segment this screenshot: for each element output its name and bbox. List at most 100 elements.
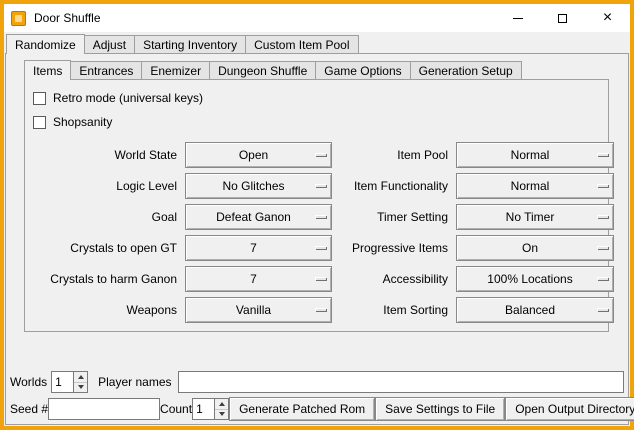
goal-value: Defeat Ganon xyxy=(186,210,331,224)
checkbox-indicator[interactable] xyxy=(33,116,46,129)
worlds-row: Worlds Player names xyxy=(10,371,624,393)
dropdown-indicator-icon xyxy=(597,277,608,280)
player-names-label: Player names xyxy=(98,375,171,389)
checkbox-shopsanity-label: Shopsanity xyxy=(53,115,112,129)
client-area: Randomize Adjust Starting Inventory Cust… xyxy=(4,32,630,426)
item-pool-value: Normal xyxy=(457,148,613,162)
item-functionality-dropdown[interactable]: Normal xyxy=(456,173,614,199)
tab-dungeon-shuffle[interactable]: Dungeon Shuffle xyxy=(209,61,316,79)
accessibility-dropdown[interactable]: 100% Locations xyxy=(456,266,614,292)
tab-randomize[interactable]: Randomize xyxy=(6,34,85,54)
progressive-items-value: On xyxy=(457,241,613,255)
tab-enemizer[interactable]: Enemizer xyxy=(141,61,210,79)
crystals-ganon-dropdown[interactable]: 7 xyxy=(185,266,332,292)
crystals-ganon-label: Crystals to harm Ganon xyxy=(35,272,179,286)
tab-generation-setup[interactable]: Generation Setup xyxy=(410,61,522,79)
window-title: Door Shuffle xyxy=(34,11,495,25)
dropdown-indicator-icon xyxy=(315,246,326,249)
crystals-gt-value: 7 xyxy=(186,241,331,255)
item-pool-label: Item Pool xyxy=(338,148,450,162)
arrow-up-icon xyxy=(78,375,84,379)
close-icon: × xyxy=(603,10,612,26)
tab-items[interactable]: Items xyxy=(24,60,71,80)
item-sorting-value: Balanced xyxy=(457,303,613,317)
worlds-input[interactable] xyxy=(52,372,73,392)
generate-patched-rom-button[interactable]: Generate Patched Rom xyxy=(229,397,375,421)
goal-dropdown[interactable]: Defeat Ganon xyxy=(185,204,332,230)
item-functionality-label: Item Functionality xyxy=(338,179,450,193)
items-panel: Retro mode (universal keys) Shopsanity W… xyxy=(24,79,609,332)
dropdown-indicator-icon xyxy=(597,153,608,156)
checkbox-shopsanity[interactable]: Shopsanity xyxy=(31,110,605,134)
worlds-stepper[interactable] xyxy=(51,371,88,393)
dropdown-indicator-icon xyxy=(315,184,326,187)
sub-tab-bar: Items Entrances Enemizer Dungeon Shuffle… xyxy=(24,59,521,79)
world-state-label: World State xyxy=(35,148,179,162)
dropdown-indicator-icon xyxy=(315,308,326,311)
options-grid: World State Open Item Pool Normal Logic … xyxy=(31,142,605,323)
tab-adjust[interactable]: Adjust xyxy=(84,35,135,53)
count-input[interactable] xyxy=(193,399,214,419)
app-window: Door Shuffle × Randomize Adjust Starting… xyxy=(0,0,634,430)
item-sorting-dropdown[interactable]: Balanced xyxy=(456,297,614,323)
minimize-icon xyxy=(513,18,523,19)
dropdown-indicator-icon xyxy=(315,215,326,218)
timer-setting-label: Timer Setting xyxy=(338,210,450,224)
crystals-gt-dropdown[interactable]: 7 xyxy=(185,235,332,261)
dropdown-indicator-icon xyxy=(597,246,608,249)
weapons-dropdown[interactable]: Vanilla xyxy=(185,297,332,323)
goal-label: Goal xyxy=(35,210,179,224)
stepper-down-button[interactable] xyxy=(74,382,87,393)
checkbox-retro-mode[interactable]: Retro mode (universal keys) xyxy=(31,86,605,110)
weapons-label: Weapons xyxy=(35,303,179,317)
timer-setting-dropdown[interactable]: No Timer xyxy=(456,204,614,230)
tab-entrances[interactable]: Entrances xyxy=(70,61,142,79)
crystals-gt-label: Crystals to open GT xyxy=(35,241,179,255)
weapons-value: Vanilla xyxy=(186,303,331,317)
stepper-down-button[interactable] xyxy=(215,409,228,420)
minimize-button[interactable] xyxy=(495,4,540,32)
item-pool-dropdown[interactable]: Normal xyxy=(456,142,614,168)
crystals-ganon-value: 7 xyxy=(186,272,331,286)
checkbox-retro-mode-label: Retro mode (universal keys) xyxy=(53,91,203,105)
count-stepper[interactable] xyxy=(192,398,229,420)
dropdown-indicator-icon xyxy=(597,308,608,311)
randomize-panel: Items Entrances Enemizer Dungeon Shuffle… xyxy=(5,53,629,425)
count-label: Count xyxy=(160,402,192,416)
main-tab-bar: Randomize Adjust Starting Inventory Cust… xyxy=(6,34,358,53)
seed-input[interactable] xyxy=(48,398,160,420)
seed-row: Seed # Count Generate Patched Rom Save S… xyxy=(10,397,624,421)
item-functionality-value: Normal xyxy=(457,179,613,193)
tab-game-options[interactable]: Game Options xyxy=(315,61,410,79)
accessibility-value: 100% Locations xyxy=(457,272,613,286)
timer-setting-value: No Timer xyxy=(457,210,613,224)
tab-starting-inventory[interactable]: Starting Inventory xyxy=(134,35,246,53)
arrow-down-icon xyxy=(219,412,225,416)
maximize-icon xyxy=(558,14,567,23)
stepper-up-button[interactable] xyxy=(215,399,228,409)
player-names-input[interactable] xyxy=(178,371,625,393)
dropdown-indicator-icon xyxy=(597,184,608,187)
logic-level-dropdown[interactable]: No Glitches xyxy=(185,173,332,199)
dropdown-indicator-icon xyxy=(315,153,326,156)
arrow-down-icon xyxy=(78,385,84,389)
checkbox-indicator[interactable] xyxy=(33,92,46,105)
close-button[interactable]: × xyxy=(585,4,630,32)
worlds-label: Worlds xyxy=(10,375,47,389)
world-state-dropdown[interactable]: Open xyxy=(185,142,332,168)
arrow-up-icon xyxy=(219,402,225,406)
open-output-directory-button[interactable]: Open Output Directory xyxy=(505,397,634,421)
title-bar: Door Shuffle × xyxy=(4,4,630,32)
tab-custom-item-pool[interactable]: Custom Item Pool xyxy=(245,35,358,53)
stepper-up-button[interactable] xyxy=(74,372,87,382)
item-sorting-label: Item Sorting xyxy=(338,303,450,317)
progressive-items-label: Progressive Items xyxy=(338,241,450,255)
world-state-value: Open xyxy=(186,148,331,162)
accessibility-label: Accessibility xyxy=(338,272,450,286)
logic-level-value: No Glitches xyxy=(186,179,331,193)
maximize-button[interactable] xyxy=(540,4,585,32)
stepper-arrows xyxy=(73,372,87,392)
logic-level-label: Logic Level xyxy=(35,179,179,193)
save-settings-button[interactable]: Save Settings to File xyxy=(375,397,505,421)
progressive-items-dropdown[interactable]: On xyxy=(456,235,614,261)
